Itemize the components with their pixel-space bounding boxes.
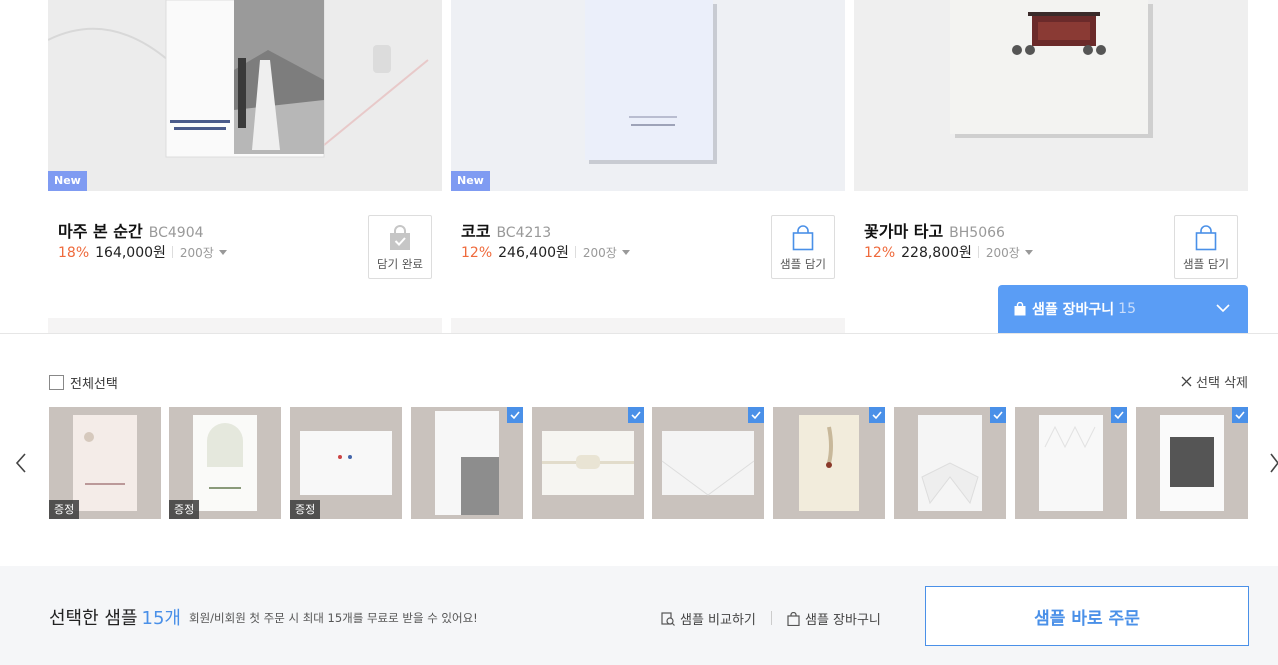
checkbox[interactable] bbox=[49, 375, 64, 390]
product-name[interactable]: 꽃가마 타고 BH5066 bbox=[864, 218, 1005, 242]
caret-down-icon bbox=[621, 250, 630, 255]
sample-cart-link[interactable]: 샘플 장바구니 bbox=[787, 609, 881, 628]
new-badge: New bbox=[48, 171, 87, 191]
sample-thumbnail[interactable] bbox=[1015, 407, 1127, 519]
sample-thumbnail[interactable]: 증정 bbox=[49, 407, 161, 519]
sample-thumbnail[interactable] bbox=[773, 407, 885, 519]
sample-thumbnail[interactable] bbox=[652, 407, 764, 519]
selected-count: 15개 bbox=[141, 608, 181, 629]
product-image[interactable]: New bbox=[451, 0, 845, 191]
product-price: 12% 228,800원 200장 bbox=[864, 242, 1033, 262]
product-price: 18% 164,000원 200장 bbox=[58, 242, 227, 262]
bag-check-icon bbox=[390, 225, 410, 250]
product-card-next-row bbox=[48, 318, 442, 334]
add-sample-button[interactable]: 담기 완료 bbox=[368, 215, 432, 279]
compare-samples-link[interactable]: 샘플 비교하기 bbox=[661, 609, 756, 628]
quantity-select[interactable]: 200장 bbox=[986, 246, 1033, 260]
price-value: 246,400원 bbox=[498, 245, 569, 261]
page: New 마주 본 순간 BC4904 18% 164,000원 200장 담기 완료 bbox=[0, 0, 1278, 665]
new-badge: New bbox=[451, 171, 490, 191]
shopping-bag-icon bbox=[792, 225, 814, 251]
shopping-bag-icon bbox=[787, 611, 800, 626]
gift-badge: 증정 bbox=[49, 500, 80, 519]
price-value: 164,000원 bbox=[95, 245, 166, 261]
select-all-label: 전체선택 bbox=[70, 377, 118, 392]
add-sample-button[interactable]: 샘플 담기 bbox=[1174, 215, 1238, 279]
sample-thumbnail[interactable] bbox=[1136, 407, 1248, 519]
order-samples-button[interactable]: 샘플 바로 주문 bbox=[925, 586, 1249, 646]
product-code: BH5066 bbox=[949, 225, 1005, 241]
sample-thumbnail-list: 증정 증정 증정 bbox=[49, 407, 1248, 519]
check-icon[interactable] bbox=[628, 407, 644, 423]
product-card-next-row bbox=[451, 318, 845, 334]
free-sample-note: 회원/비회원 첫 주문 시 최대 15개를 무료로 받을 수 있어요! bbox=[189, 611, 478, 625]
check-icon[interactable] bbox=[1111, 407, 1127, 423]
discount-rate: 12% bbox=[461, 245, 493, 261]
delete-selected-button[interactable]: 선택 삭제 bbox=[1181, 372, 1248, 391]
sample-cart-title: 샘플 장바구니 bbox=[1032, 302, 1115, 318]
chevron-down-icon bbox=[1216, 304, 1230, 313]
caret-down-icon bbox=[1024, 250, 1033, 255]
check-icon[interactable] bbox=[507, 407, 523, 423]
product-name[interactable]: 마주 본 순간 BC4904 bbox=[58, 218, 204, 242]
product-name[interactable]: 코코 BC4213 bbox=[461, 218, 551, 242]
compare-search-icon bbox=[661, 611, 675, 626]
product-card[interactable]: 꽃가마 타고 BH5066 12% 228,800원 200장 샘플 담기 bbox=[854, 0, 1248, 291]
product-price: 12% 246,400원 200장 bbox=[461, 242, 630, 262]
sample-thumbnail[interactable] bbox=[894, 407, 1006, 519]
discount-rate: 18% bbox=[58, 245, 90, 261]
delete-selected-label: 선택 삭제 bbox=[1196, 376, 1248, 391]
quantity-select[interactable]: 200장 bbox=[180, 246, 227, 260]
close-icon bbox=[1181, 376, 1192, 387]
caret-down-icon bbox=[218, 250, 227, 255]
gift-badge: 증정 bbox=[169, 500, 200, 519]
price-value: 228,800원 bbox=[901, 245, 972, 261]
selected-samples-summary: 선택한 샘플 15개 bbox=[49, 608, 181, 629]
add-sample-label: 담기 완료 bbox=[377, 257, 423, 271]
shopping-bag-icon bbox=[1014, 302, 1026, 316]
sample-thumbnail[interactable]: 증정 bbox=[290, 407, 402, 519]
product-code: BC4213 bbox=[496, 225, 552, 241]
add-sample-label: 샘플 담기 bbox=[780, 257, 826, 271]
add-sample-button[interactable]: 샘플 담기 bbox=[771, 215, 835, 279]
check-icon[interactable] bbox=[990, 407, 1006, 423]
sample-thumbnail[interactable] bbox=[411, 407, 523, 519]
product-card[interactable]: New 코코 BC4213 12% 246,400원 200장 샘플 담기 bbox=[451, 0, 845, 291]
check-icon[interactable] bbox=[748, 407, 764, 423]
quantity-select[interactable]: 200장 bbox=[583, 246, 630, 260]
add-sample-label: 샘플 담기 bbox=[1183, 257, 1229, 271]
sample-order-footer: 선택한 샘플 15개 회원/비회원 첫 주문 시 최대 15개를 무료로 받을 수… bbox=[0, 566, 1278, 665]
discount-rate: 12% bbox=[864, 245, 896, 261]
chevron-right-icon[interactable] bbox=[1268, 452, 1278, 474]
shopping-bag-icon bbox=[1195, 225, 1217, 251]
gift-badge: 증정 bbox=[290, 500, 321, 519]
product-code: BC4904 bbox=[148, 225, 204, 241]
sample-thumbnail[interactable]: 증정 bbox=[169, 407, 281, 519]
sample-cart-count: 15 bbox=[1118, 301, 1136, 317]
check-icon[interactable] bbox=[869, 407, 885, 423]
check-icon[interactable] bbox=[1232, 407, 1248, 423]
chevron-left-icon[interactable] bbox=[14, 452, 28, 474]
sample-thumbnail[interactable] bbox=[532, 407, 644, 519]
select-all-checkbox[interactable]: 전체선택 bbox=[49, 373, 118, 392]
sample-cart-drawer: 전체선택 선택 삭제 증정 증정 증정 선택한 샘플 15개 회원/비회원 첫 … bbox=[0, 333, 1278, 665]
product-image[interactable]: New bbox=[48, 0, 442, 191]
product-image[interactable] bbox=[854, 0, 1248, 191]
sample-cart-toggle[interactable]: 샘플 장바구니 15 bbox=[998, 285, 1248, 333]
product-card[interactable]: New 마주 본 순간 BC4904 18% 164,000원 200장 담기 완료 bbox=[48, 0, 442, 291]
